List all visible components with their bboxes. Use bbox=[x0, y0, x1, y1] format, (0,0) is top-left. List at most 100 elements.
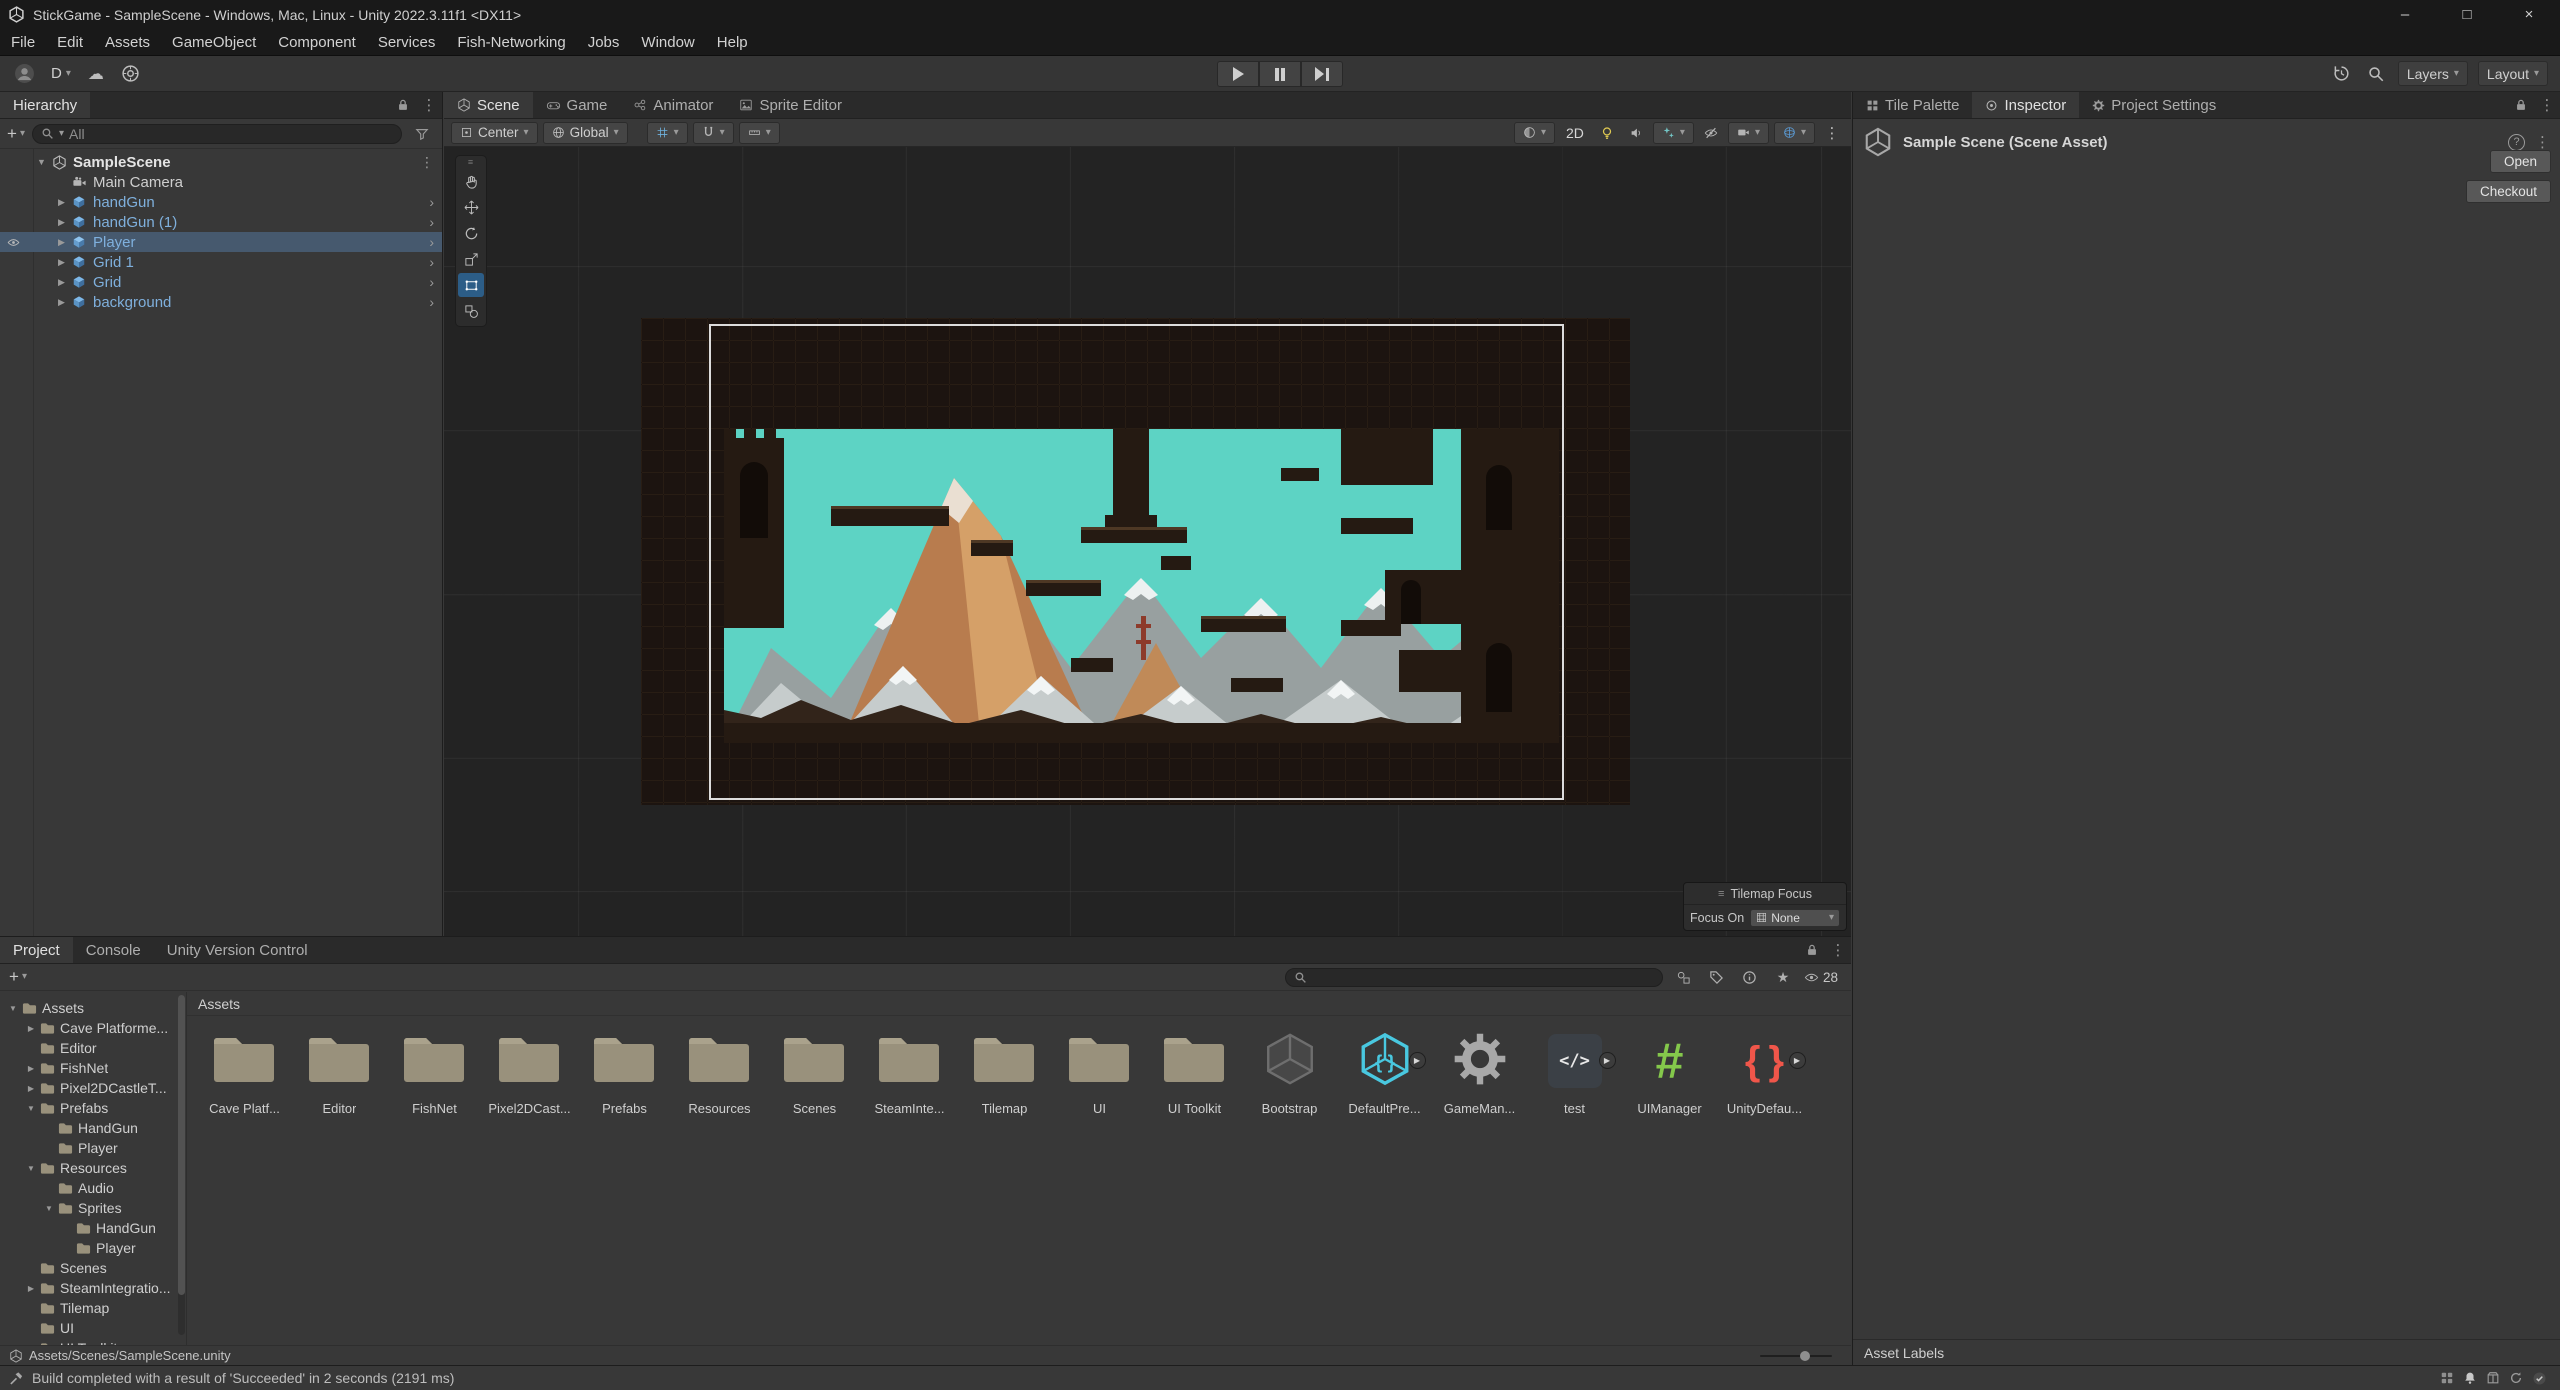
asset-file-uimanager[interactable]: # UIManager bbox=[1622, 1024, 1717, 1116]
cache-server-icon[interactable] bbox=[2486, 1371, 2500, 1385]
tab-inspector[interactable]: Inspector bbox=[1972, 92, 2079, 118]
open-button[interactable]: Open bbox=[2490, 150, 2551, 173]
layers-dropdown[interactable]: Layers▾ bbox=[2398, 61, 2468, 86]
scale-tool-button[interactable] bbox=[458, 247, 484, 271]
icon-size-slider[interactable] bbox=[1760, 1350, 1832, 1362]
asset-folder[interactable]: UI bbox=[1052, 1024, 1147, 1116]
status-message[interactable]: Build completed with a result of 'Succee… bbox=[32, 1370, 454, 1386]
cloud-button[interactable]: ☁ bbox=[82, 62, 110, 86]
services-button[interactable] bbox=[116, 62, 145, 86]
search-by-type-icon[interactable] bbox=[1672, 970, 1696, 985]
prefab-open-chevron-icon[interactable]: › bbox=[429, 254, 434, 270]
project-tree-item[interactable]: HandGun bbox=[0, 1118, 186, 1138]
asset-folder[interactable]: Tilemap bbox=[957, 1024, 1052, 1116]
snap-increment-dropdown[interactable]: ▾ bbox=[739, 122, 780, 144]
tab-hierarchy[interactable]: Hierarchy bbox=[0, 92, 90, 118]
expander-open-icon[interactable]: ▼ bbox=[6, 1004, 20, 1013]
expander-open-icon[interactable]: ▼ bbox=[33, 157, 50, 167]
asset-folder[interactable]: SteamInte... bbox=[862, 1024, 957, 1116]
project-tree-item[interactable]: ▶ SteamIntegratio... bbox=[0, 1278, 186, 1298]
lock-icon[interactable] bbox=[1799, 937, 1825, 963]
project-tree-item[interactable]: ▶ Pixel2DCastleT... bbox=[0, 1078, 186, 1098]
drag-handle-icon[interactable]: ≡ bbox=[1718, 888, 1724, 900]
refresh-spinner-icon[interactable] bbox=[2509, 1371, 2523, 1385]
camera-overlay-dropdown[interactable]: ▾ bbox=[1728, 122, 1769, 144]
expander-closed-icon[interactable]: ▶ bbox=[53, 257, 70, 268]
project-tree-item[interactable]: Scenes bbox=[0, 1258, 186, 1278]
hierarchy-item-grid[interactable]: ▶ Grid › bbox=[0, 272, 442, 292]
expander-closed-icon[interactable]: ▶ bbox=[53, 217, 70, 228]
grid-visibility-dropdown[interactable]: ▾ bbox=[647, 122, 688, 144]
asset-file-theme[interactable]: { } ▶ UnityDefau... bbox=[1717, 1024, 1812, 1116]
tab-unity-version-control[interactable]: Unity Version Control bbox=[154, 937, 321, 963]
panel-menu-icon[interactable]: ⋮ bbox=[2534, 92, 2560, 118]
expander-closed-icon[interactable]: ▶ bbox=[53, 277, 70, 288]
menu-jobs[interactable]: Jobs bbox=[577, 29, 631, 55]
scrollbar-thumb[interactable] bbox=[178, 995, 185, 1295]
visibility-eye-icon[interactable] bbox=[7, 236, 20, 249]
tasks-done-icon[interactable] bbox=[2532, 1371, 2547, 1386]
panel-menu-icon[interactable]: ⋮ bbox=[1825, 937, 1851, 963]
project-search-input[interactable] bbox=[1285, 968, 1663, 987]
scene-toolbar-menu-icon[interactable]: ⋮ bbox=[1820, 122, 1844, 144]
asset-labels-section[interactable]: Asset Labels bbox=[1853, 1339, 2560, 1365]
search-by-label-icon[interactable] bbox=[1705, 970, 1729, 985]
hierarchy-item-grid-1[interactable]: ▶ Grid 1 › bbox=[0, 252, 442, 272]
asset-folder[interactable]: Resources bbox=[672, 1024, 767, 1116]
console-activity-icon[interactable] bbox=[2440, 1371, 2454, 1385]
expander-closed-icon[interactable]: ▶ bbox=[24, 1284, 38, 1293]
prefab-open-chevron-icon[interactable]: › bbox=[429, 194, 434, 210]
asset-folder[interactable]: Prefabs bbox=[577, 1024, 672, 1116]
account-dropdown[interactable]: D▾ bbox=[46, 62, 76, 86]
tab-project[interactable]: Project bbox=[0, 937, 73, 963]
menu-edit[interactable]: Edit bbox=[46, 29, 94, 55]
hidden-packages-toggle[interactable]: 28 bbox=[1804, 970, 1838, 985]
help-icon[interactable]: ? bbox=[2508, 134, 2525, 151]
info-icon[interactable] bbox=[1738, 970, 1762, 985]
expander-closed-icon[interactable]: ▶ bbox=[24, 1024, 38, 1033]
slider-thumb[interactable] bbox=[1800, 1351, 1810, 1361]
project-tree-item[interactable]: ▼ Resources bbox=[0, 1158, 186, 1178]
snap-toggle-dropdown[interactable]: ▾ bbox=[693, 122, 734, 144]
asset-folder[interactable]: Editor bbox=[292, 1024, 387, 1116]
expander-open-icon[interactable]: ▼ bbox=[42, 1204, 56, 1213]
step-button[interactable] bbox=[1301, 61, 1343, 87]
project-tree-item[interactable]: Audio bbox=[0, 1178, 186, 1198]
prefab-open-chevron-icon[interactable]: › bbox=[429, 234, 434, 250]
asset-file-preset[interactable]: { } ▶ DefaultPre... bbox=[1337, 1024, 1432, 1116]
audio-toggle-icon[interactable] bbox=[1624, 122, 1648, 144]
project-tree-item[interactable]: Player bbox=[0, 1138, 186, 1158]
prefab-open-chevron-icon[interactable]: › bbox=[429, 274, 434, 290]
tab-sprite-editor[interactable]: Sprite Editor bbox=[726, 92, 855, 118]
scrollbar[interactable] bbox=[178, 995, 185, 1335]
gizmos-dropdown[interactable]: ▾ bbox=[1774, 122, 1815, 144]
asset-folder[interactable]: Scenes bbox=[767, 1024, 862, 1116]
project-tree-item[interactable]: ▼ Sprites bbox=[0, 1198, 186, 1218]
project-tree-item[interactable]: ▼ UI Toolkit bbox=[0, 1338, 186, 1345]
project-tree-item[interactable]: Player bbox=[0, 1238, 186, 1258]
asset-folder[interactable]: Cave Platf... bbox=[197, 1024, 292, 1116]
drag-handle-icon[interactable]: ≡ bbox=[468, 158, 474, 167]
panel-menu-icon[interactable]: ⋮ bbox=[416, 92, 442, 118]
expander-open-icon[interactable]: ▼ bbox=[24, 1164, 38, 1173]
project-tree-item[interactable]: UI bbox=[0, 1318, 186, 1338]
expand-asset-icon[interactable]: ▶ bbox=[1599, 1052, 1616, 1069]
project-tree-item[interactable]: HandGun bbox=[0, 1218, 186, 1238]
move-tool-button[interactable] bbox=[458, 195, 484, 219]
tab-game[interactable]: Game bbox=[533, 92, 621, 118]
search-icon[interactable] bbox=[2364, 63, 2388, 85]
menu-window[interactable]: Window bbox=[630, 29, 705, 55]
expand-asset-icon[interactable]: ▶ bbox=[1409, 1052, 1426, 1069]
asset-folder[interactable]: FishNet bbox=[387, 1024, 482, 1116]
rect-tool-button[interactable] bbox=[458, 273, 484, 297]
menu-help[interactable]: Help bbox=[706, 29, 759, 55]
scene-menu-icon[interactable]: ⋮ bbox=[420, 154, 434, 171]
tab-animator[interactable]: Animator bbox=[620, 92, 726, 118]
asset-file-script[interactable]: </> ▶ test bbox=[1527, 1024, 1622, 1116]
2d-toggle-button[interactable]: 2D bbox=[1560, 121, 1590, 145]
scene-viewport-render[interactable] bbox=[641, 318, 1630, 805]
layout-dropdown[interactable]: Layout▾ bbox=[2478, 61, 2548, 86]
pivot-dropdown[interactable]: Center▾ bbox=[451, 122, 538, 144]
lighting-toggle-icon[interactable] bbox=[1595, 122, 1619, 144]
search-filter-icon[interactable] bbox=[409, 127, 435, 141]
